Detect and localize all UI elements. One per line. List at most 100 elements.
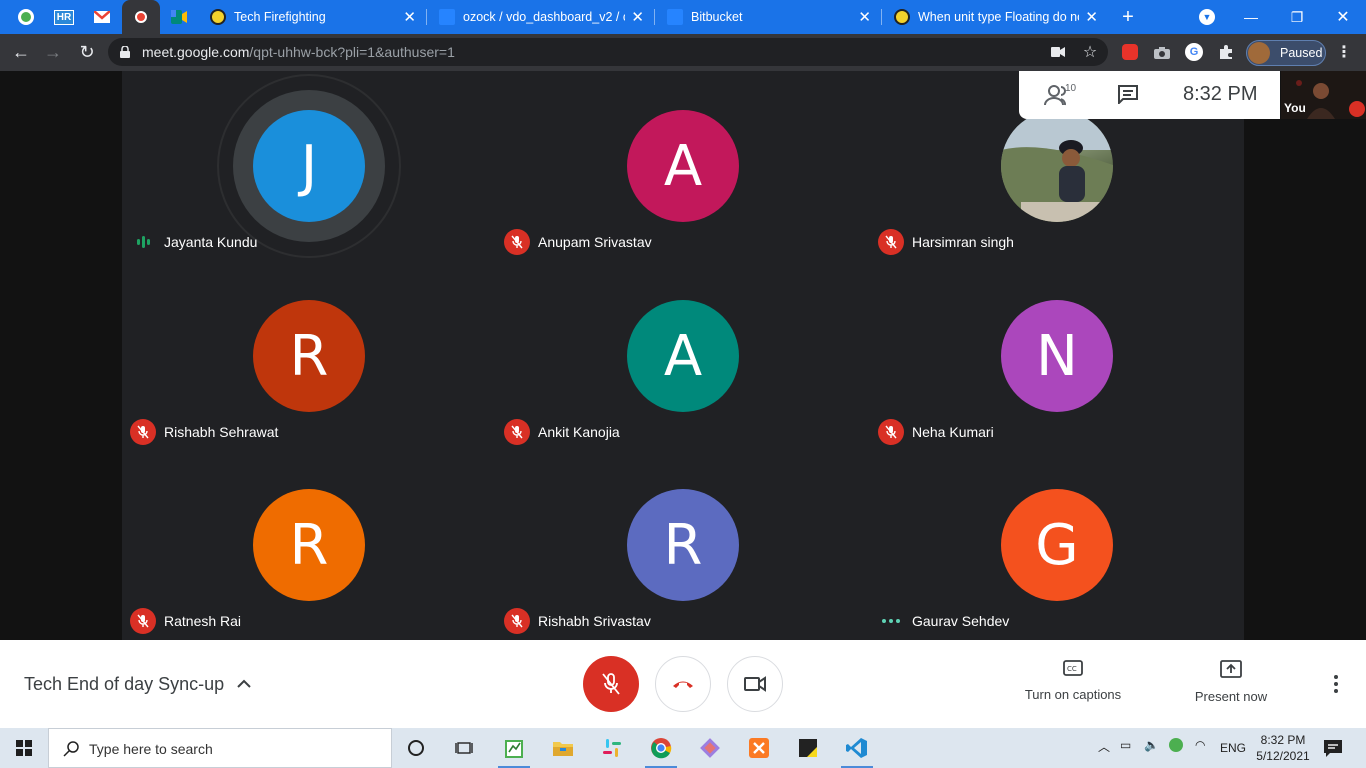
wifi-icon[interactable]: ◠: [1195, 738, 1205, 752]
restore-button[interactable]: ❐: [1274, 0, 1320, 34]
network-icon[interactable]: [1169, 738, 1183, 755]
taskbar-app-slack[interactable]: [588, 728, 636, 768]
participant-tile[interactable]: R Ratnesh Rai: [122, 450, 496, 640]
extensions-puzzle-icon[interactable]: [1216, 42, 1236, 62]
google-translate-icon[interactable]: G: [1184, 42, 1204, 62]
avatar: R: [253, 489, 365, 601]
chrome-icon: [651, 738, 672, 759]
volume-icon[interactable]: 🔈: [1144, 738, 1159, 752]
reload-button[interactable]: ↻: [72, 37, 102, 67]
close-tab-icon[interactable]: ✕: [1085, 8, 1098, 26]
camera-in-use-icon[interactable]: [1048, 42, 1068, 62]
leave-call-button[interactable]: [655, 656, 711, 712]
chat-icon[interactable]: [1117, 84, 1139, 104]
close-tab-icon[interactable]: ✕: [858, 8, 871, 26]
clock-date: 5/12/2021: [1256, 749, 1310, 763]
chevron-up-icon[interactable]: ︿: [1098, 738, 1110, 755]
chevron-up-icon[interactable]: [234, 674, 254, 694]
participant-tile[interactable]: R Rishabh Srivastav: [496, 450, 870, 640]
git-icon: [700, 738, 720, 758]
task-view-button[interactable]: [440, 728, 488, 768]
tab-search-button[interactable]: ▼: [1184, 0, 1230, 34]
taskbar-app-vscode[interactable]: [833, 728, 881, 768]
screenshot-extension-icon[interactable]: [1152, 42, 1172, 62]
avatar: G: [1001, 489, 1113, 601]
taskbar-app-chrome[interactable]: [637, 728, 685, 768]
taskbar-app-sticky-notes[interactable]: [784, 728, 832, 768]
present-label: Present now: [1194, 689, 1268, 704]
meeting-clock: 8:32 PM: [1183, 83, 1258, 105]
mic-muted-icon: [878, 229, 904, 255]
participant-tile[interactable]: J Jayanta Kundu: [122, 71, 496, 261]
tab-tech-firefighting[interactable]: Tech Firefighting ✕: [198, 0, 426, 34]
tab-title: When unit type Floating do no: [918, 10, 1080, 24]
taskbar-app-notes[interactable]: [490, 728, 538, 768]
bitbucket-icon: [439, 9, 455, 25]
smiley-icon: [210, 9, 226, 25]
sticky-notes-icon: [799, 739, 817, 757]
close-window-button[interactable]: ✕: [1320, 0, 1366, 34]
tab-bitbucket[interactable]: Bitbucket ✕: [655, 0, 881, 34]
tab-unit-type-floating[interactable]: When unit type Floating do no ✕: [882, 0, 1108, 34]
chrome-menu-icon[interactable]: ⋮: [1334, 42, 1354, 62]
participant-tile[interactable]: A Anupam Srivastav: [496, 71, 870, 261]
participant-tile[interactable]: G Gaurav Sehdev: [870, 450, 1244, 640]
meet-recording-icon: [135, 11, 147, 23]
action-center-icon[interactable]: [1322, 738, 1344, 758]
participant-tile[interactable]: R Rishabh Sehrawat: [122, 261, 496, 451]
tab-title: ozock / vdo_dashboard_v2 / cc: [463, 10, 626, 24]
tab-vdo-dashboard[interactable]: ozock / vdo_dashboard_v2 / cc ✕: [427, 0, 654, 34]
taskbar-clock[interactable]: 8:32 PM 5/12/2021: [1252, 732, 1314, 764]
taskbar-app-file-explorer[interactable]: [539, 728, 587, 768]
avatar: N: [1001, 300, 1113, 412]
captions-button[interactable]: CC Turn on captions: [1003, 660, 1143, 712]
taskbar-app-xampp[interactable]: [735, 728, 783, 768]
taskbar-search-box[interactable]: Type here to search: [48, 728, 392, 768]
mic-muted-icon: [504, 608, 530, 634]
url-host: meet.google.com: [142, 44, 250, 60]
participant-count: 10: [1065, 83, 1077, 94]
mic-muted-icon: [878, 419, 904, 445]
pinned-tab-gmail[interactable]: [83, 0, 121, 34]
taskbar-app-git[interactable]: [686, 728, 734, 768]
windows-logo-icon: [16, 740, 32, 756]
meeting-title[interactable]: Tech End of day Sync-up: [24, 674, 224, 695]
participant-name: Gaurav Sehdev: [912, 613, 1010, 629]
forward-button[interactable]: →: [38, 37, 68, 67]
minimize-button[interactable]: —: [1228, 0, 1274, 34]
address-bar[interactable]: meet.google.com/qpt-uhhw-bck?pli=1&authu…: [108, 38, 1108, 66]
pinned-tab-1[interactable]: [7, 0, 45, 34]
bookmark-star-icon[interactable]: ☆: [1080, 42, 1100, 62]
browser-toolbar: ← → ↻ meet.google.com/qpt-uhhw-bck?pli=1…: [0, 34, 1366, 71]
avatar: A: [627, 110, 739, 222]
cortana-icon: [408, 740, 424, 756]
profile-paused-button[interactable]: Paused: [1246, 40, 1326, 66]
chevron-down-icon: ▼: [1199, 9, 1215, 25]
pinned-tab-hr[interactable]: HR: [45, 0, 83, 34]
close-tab-icon[interactable]: ✕: [403, 8, 416, 26]
self-video-preview[interactable]: You: [1281, 71, 1366, 119]
participant-tile[interactable]: A Ankit Kanojia: [496, 261, 870, 451]
participant-tile[interactable]: N Neha Kumari: [870, 261, 1244, 451]
close-tab-icon[interactable]: ✕: [631, 8, 644, 26]
language-indicator[interactable]: ENG: [1220, 741, 1246, 755]
cortana-button[interactable]: [392, 728, 440, 768]
adblock-extension-icon[interactable]: [1120, 42, 1140, 62]
present-now-button[interactable]: Present now: [1161, 660, 1301, 712]
pinned-tab-meet-active[interactable]: [122, 0, 160, 34]
more-options-button[interactable]: [1324, 670, 1348, 698]
camera-toggle-button[interactable]: [727, 656, 783, 712]
meet-stage: J Jayanta Kundu A Anupam Srivastav Harsi…: [0, 71, 1366, 640]
participant-name: Harsimran singh: [912, 234, 1014, 250]
new-tab-button[interactable]: +: [1106, 0, 1150, 34]
file-explorer-icon: [553, 742, 573, 756]
start-button[interactable]: [0, 728, 48, 768]
pinned-tab-google-meet[interactable]: [160, 0, 198, 34]
avatar: R: [253, 300, 365, 412]
avatar: J: [253, 110, 365, 222]
svg-text:CC: CC: [1067, 665, 1077, 673]
back-button[interactable]: ←: [6, 37, 36, 67]
hr-icon: HR: [53, 9, 75, 25]
microphone-toggle-button[interactable]: [583, 656, 639, 712]
battery-icon[interactable]: ▭: [1120, 738, 1131, 752]
